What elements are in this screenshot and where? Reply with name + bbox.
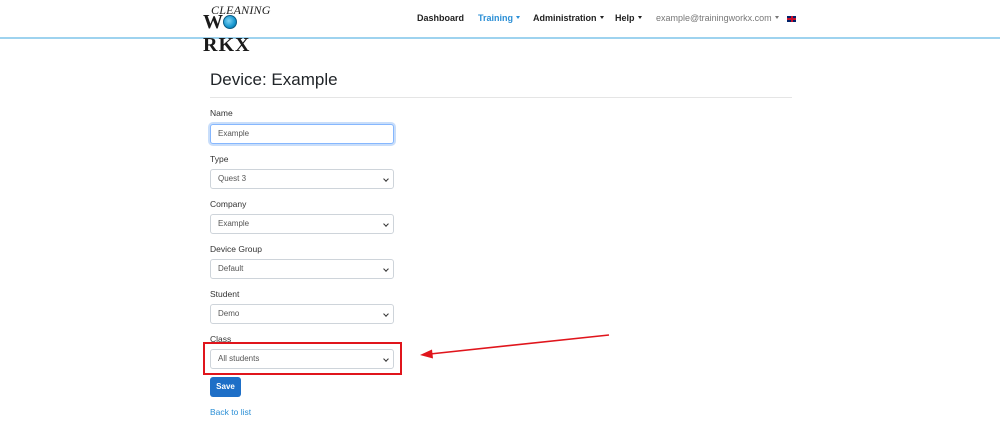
- type-select[interactable]: Quest 3: [210, 169, 394, 189]
- chevron-down-icon: [383, 176, 389, 182]
- student-label: Student: [210, 289, 240, 299]
- name-input[interactable]: Example: [210, 124, 394, 144]
- annotation-highlight-box: [203, 342, 402, 375]
- nav-dashboard[interactable]: Dashboard: [417, 13, 464, 23]
- device-group-select[interactable]: Default: [210, 259, 394, 279]
- caret-down-icon: [774, 16, 779, 19]
- type-label: Type: [210, 154, 229, 164]
- top-navbar: CLEANING WRKX Dashboard Training Adminis…: [0, 0, 1000, 56]
- chevron-down-icon: [383, 311, 389, 317]
- logo-bottom-text: WRKX: [203, 11, 251, 56]
- device-group-label: Device Group: [210, 244, 262, 254]
- uk-flag-icon[interactable]: [787, 16, 796, 22]
- caret-down-icon: [516, 16, 521, 19]
- chevron-down-icon: [383, 221, 389, 227]
- page-title: Device: Example: [210, 70, 338, 89]
- name-label: Name: [210, 108, 233, 118]
- company-select-value: Example: [218, 219, 250, 228]
- caret-down-icon: [599, 16, 604, 19]
- company-select[interactable]: Example: [210, 214, 394, 234]
- nav-user-menu[interactable]: example@trainingworkx.com: [656, 13, 779, 23]
- back-to-list-link[interactable]: Back to list: [210, 407, 251, 417]
- cleaning-workx-logo[interactable]: CLEANING WRKX: [201, 3, 271, 56]
- nav-help[interactable]: Help: [615, 13, 642, 23]
- nav-training[interactable]: Training: [478, 13, 521, 23]
- student-select-value: Demo: [218, 309, 240, 318]
- name-input-value: Example: [218, 129, 250, 138]
- device-group-select-value: Default: [218, 264, 244, 273]
- caret-down-icon: [637, 16, 642, 19]
- annotation-arrow: [420, 334, 610, 359]
- chevron-down-icon: [383, 266, 389, 272]
- student-select[interactable]: Demo: [210, 304, 394, 324]
- company-label: Company: [210, 199, 247, 209]
- type-select-value: Quest 3: [218, 174, 247, 183]
- globe-icon: [223, 15, 237, 29]
- title-divider: [210, 97, 792, 98]
- nav-administration[interactable]: Administration: [533, 13, 604, 23]
- save-button[interactable]: Save: [210, 377, 241, 397]
